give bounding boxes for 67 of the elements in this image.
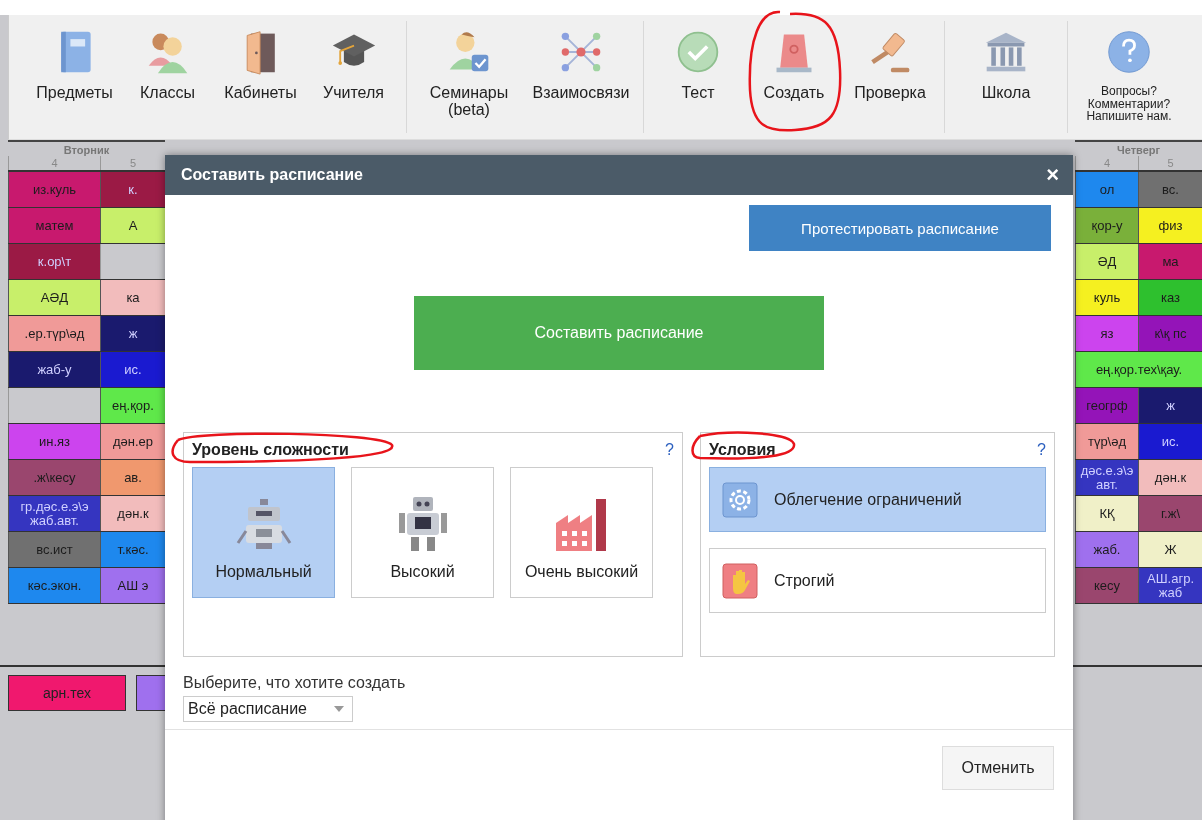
lesson-cell[interactable]: дән.ер	[100, 424, 165, 459]
help-link[interactable]: ?	[1037, 441, 1046, 459]
toolbar-button[interactable]: Вопросы? Комментарии? Напишите нам.	[1074, 15, 1184, 139]
field-label: Выберите, что хотите создать	[183, 674, 406, 692]
difficulty-option[interactable]: Нормальный	[192, 467, 335, 598]
lesson-cell[interactable]: физ	[1138, 208, 1202, 243]
toolbar-button[interactable]: Кабинеты	[214, 15, 307, 139]
lesson-cell[interactable]: АШ.агр. жаб	[1138, 568, 1202, 603]
toolbar-button[interactable]: Тест	[650, 15, 746, 139]
lesson-cell[interactable]: каз	[1138, 280, 1202, 315]
lesson-cell[interactable]: КҚ	[1075, 496, 1138, 531]
lesson-cell[interactable]: АӘД	[8, 280, 100, 315]
lesson-cell[interactable]: к.	[100, 172, 165, 207]
lesson-cell[interactable]: жаб-у	[8, 352, 100, 387]
lesson-cell[interactable]: ең.қор.тех\қау.	[1075, 352, 1202, 387]
lesson-cell[interactable]: дән.к	[1138, 460, 1202, 495]
toolbar-button[interactable]: Создать	[746, 15, 842, 139]
toolbar-button[interactable]: Школа	[951, 15, 1061, 139]
toolbar-button[interactable]: Предметы	[28, 15, 121, 139]
period-header: 5	[1138, 156, 1202, 170]
lesson-cell[interactable]: ка	[100, 280, 165, 315]
lesson-cell[interactable]: ав.	[100, 460, 165, 495]
lesson-cell[interactable]: ең.қор.	[100, 388, 165, 423]
toolbar-button[interactable]: Учителя	[307, 15, 400, 139]
lesson-card[interactable]: арн.тех	[8, 675, 126, 711]
lesson-cell[interactable]: ж	[1138, 388, 1202, 423]
lesson-cell[interactable]: А	[100, 208, 165, 243]
day-header: Вторник	[8, 140, 165, 156]
lesson-cell[interactable]: .ер.түр\әд	[8, 316, 100, 351]
toolbar-button[interactable]: Семинары (beta)	[413, 15, 525, 139]
lesson-cell[interactable]: түр\әд	[1075, 424, 1138, 459]
schedule-scope-dropdown[interactable]: Всё расписание	[183, 696, 353, 722]
lesson-cell[interactable]: куль	[1075, 280, 1138, 315]
help-link[interactable]: ?	[665, 441, 674, 459]
cancel-button[interactable]: Отменить	[942, 746, 1054, 790]
toolbar-button[interactable]: Проверка	[842, 15, 938, 139]
lesson-cell[interactable]: т.кәс.	[100, 532, 165, 567]
day-header: Четверг	[1075, 140, 1202, 156]
condition-option[interactable]: Строгий	[709, 548, 1046, 613]
condition-option[interactable]: Облегчение ограничений	[709, 467, 1046, 532]
lesson-cell[interactable]: АШ э	[100, 568, 165, 603]
panel-title: Уровень сложности	[192, 441, 349, 459]
lesson-cell[interactable]: ол	[1075, 172, 1138, 207]
panel-title: Условия	[709, 441, 776, 459]
lesson-cell[interactable]: Ж	[1138, 532, 1202, 567]
lesson-cell[interactable]: гр.дәс.е.э\э жаб.авт.	[8, 496, 100, 531]
lesson-cell[interactable]: ис.	[1138, 424, 1202, 459]
lesson-cell[interactable]: дәс.е.э\э авт.	[1075, 460, 1138, 495]
lesson-cell[interactable]: жаб.	[1075, 532, 1138, 567]
toolbar-button[interactable]: Классы	[121, 15, 214, 139]
lesson-cell[interactable]: яз	[1075, 316, 1138, 351]
toolbar-button[interactable]: Взаимосвязи	[525, 15, 637, 139]
period-header: 4	[8, 156, 100, 170]
difficulty-option[interactable]: Высокий	[351, 467, 494, 598]
lesson-cell[interactable]: дән.к	[100, 496, 165, 531]
lesson-cell[interactable]: ин.яз	[8, 424, 100, 459]
lesson-cell[interactable]: к.ор\т	[8, 244, 100, 279]
lesson-cell[interactable]: қор-у	[1075, 208, 1138, 243]
dialog-title: Составить расписание	[181, 166, 363, 184]
lesson-cell[interactable]: ис.	[100, 352, 165, 387]
close-button[interactable]: ×	[1042, 164, 1063, 186]
difficulty-option[interactable]: Очень высокий	[510, 467, 653, 598]
period-header: 4	[1075, 156, 1138, 170]
test-schedule-button[interactable]: Протестировать расписание	[749, 205, 1051, 251]
lesson-cell[interactable]: ӘД	[1075, 244, 1138, 279]
lesson-cell[interactable]: ж	[100, 316, 165, 351]
lesson-cell[interactable]: кәс.экон.	[8, 568, 100, 603]
